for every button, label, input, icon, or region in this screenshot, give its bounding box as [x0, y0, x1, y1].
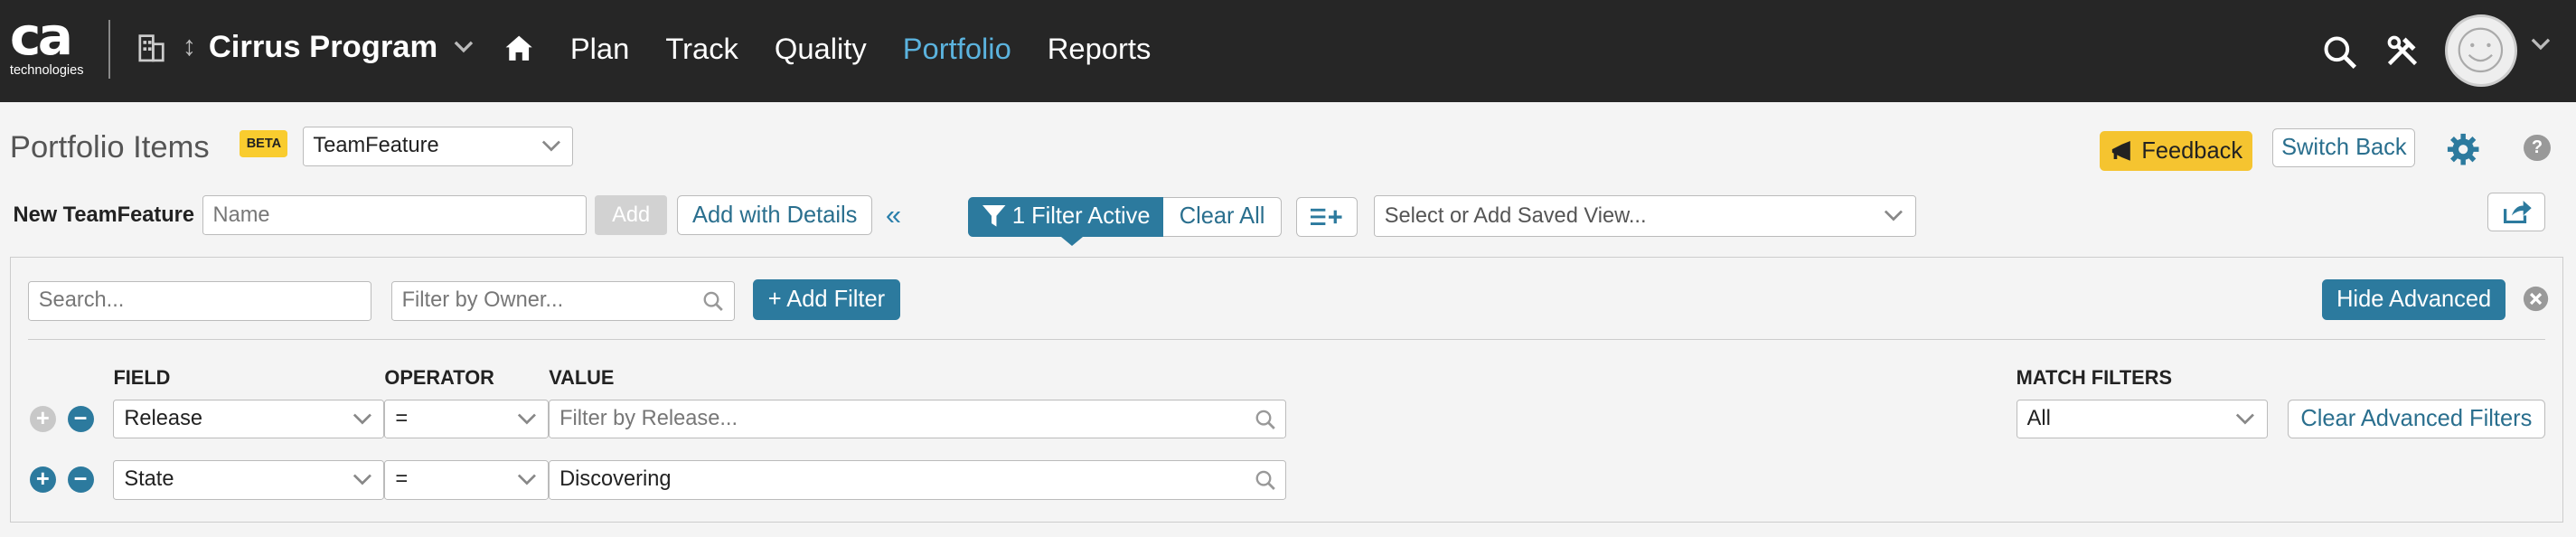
program-selector[interactable]: Cirrus Program	[209, 30, 474, 65]
search-placeholder: Search...	[38, 288, 125, 313]
search-icon[interactable]	[2322, 34, 2358, 71]
nav-track[interactable]: Track	[665, 32, 738, 66]
logo-divider	[108, 19, 110, 80]
type-select-value: TeamFeature	[313, 134, 439, 158]
chevron-down-icon	[353, 413, 371, 425]
nav-reports[interactable]: Reports	[1048, 32, 1152, 66]
help-icon[interactable]: ?	[2524, 135, 2551, 162]
remove-row-icon[interactable]: −	[67, 406, 94, 433]
field-select[interactable]: State	[113, 460, 385, 500]
release-value-placeholder: Filter by Release...	[559, 407, 738, 431]
ca-logo[interactable]: ca technologies	[10, 10, 96, 86]
nav-plan[interactable]: Plan	[570, 32, 630, 66]
match-filters-select[interactable]: All	[2016, 399, 2268, 439]
owner-filter-input[interactable]: Filter by Owner...	[390, 280, 735, 321]
nav-portfolio[interactable]: Portfolio	[903, 32, 1011, 66]
add-column-icon	[1310, 208, 1342, 226]
search-icon	[703, 291, 723, 311]
logo-text: ca	[9, 5, 73, 67]
field-select-value: Release	[124, 407, 203, 431]
match-filters-value: All	[2026, 407, 2051, 431]
clear-advanced-filters-button[interactable]: Clear Advanced Filters	[2287, 399, 2546, 439]
chevron-down-icon	[2236, 413, 2255, 425]
operator-select-value: =	[395, 467, 409, 492]
field-column-header: FIELD	[113, 366, 171, 390]
chevron-down-icon	[1885, 210, 1904, 221]
tools-icon[interactable]	[2384, 33, 2421, 69]
field-select[interactable]: Release	[113, 399, 385, 439]
feedback-label: Feedback	[2141, 137, 2243, 164]
panel-divider	[27, 338, 2546, 341]
operator-select[interactable]: =	[384, 399, 550, 439]
name-placeholder: Name	[212, 203, 270, 227]
new-item-label: New TeamFeature	[13, 203, 194, 228]
value-column-header: VALUE	[549, 366, 615, 390]
page-title: Portfolio Items	[9, 129, 210, 165]
home-icon[interactable]	[503, 33, 535, 65]
chevron-down-icon	[455, 41, 474, 53]
building-icon	[138, 34, 165, 62]
search-icon	[1255, 470, 1275, 490]
owner-placeholder: Filter by Owner...	[401, 288, 564, 313]
logo-subtext: technologies	[9, 63, 84, 79]
add-filter-button[interactable]: + Add Filter	[752, 279, 901, 321]
close-icon[interactable]	[2523, 286, 2549, 312]
add-row-icon: +	[29, 406, 56, 433]
beta-badge: BETA	[240, 129, 288, 158]
state-value-input[interactable]: Discovering	[549, 460, 1287, 500]
export-button[interactable]	[2487, 192, 2546, 232]
operator-column-header: OPERATOR	[384, 366, 494, 390]
user-avatar[interactable]	[2445, 14, 2518, 88]
chevron-down-icon	[353, 474, 371, 485]
clear-all-button[interactable]: Clear All	[1163, 197, 1283, 237]
remove-row-icon[interactable]: −	[67, 466, 94, 494]
field-select-value: State	[124, 467, 174, 492]
add-button[interactable]: Add	[595, 195, 668, 235]
operator-select[interactable]: =	[384, 460, 550, 500]
share-icon	[2503, 200, 2532, 224]
columns-button[interactable]	[1296, 197, 1358, 237]
switch-back-button[interactable]: Switch Back	[2272, 127, 2416, 168]
gear-icon[interactable]	[2447, 133, 2479, 165]
match-filters-label: MATCH FILTERS	[2016, 366, 2173, 390]
collapse-icon[interactable]: «	[886, 199, 901, 231]
chevron-down-icon	[517, 474, 536, 485]
add-row-icon[interactable]: +	[29, 466, 56, 494]
top-nav-bar: ca technologies ↕ Cirrus Program Plan Tr…	[0, 0, 2576, 102]
state-value: Discovering	[559, 467, 672, 492]
type-select[interactable]: TeamFeature	[302, 126, 574, 166]
megaphone-icon	[2111, 141, 2130, 162]
search-input[interactable]: Search...	[27, 280, 371, 321]
nav-quality[interactable]: Quality	[775, 32, 867, 66]
chevron-down-icon[interactable]	[2531, 38, 2551, 52]
name-input[interactable]: Name	[202, 195, 588, 235]
filter-active-label: 1 Filter Active	[1011, 203, 1151, 230]
operator-select-value: =	[395, 407, 409, 431]
feedback-button[interactable]: Feedback	[2100, 131, 2253, 172]
search-icon	[1255, 410, 1275, 429]
updown-arrow-icon: ↕	[182, 29, 197, 61]
chevron-down-icon	[541, 140, 560, 152]
saved-view-placeholder: Select or Add Saved View...	[1384, 203, 1647, 228]
filter-icon	[982, 205, 1006, 227]
program-name: Cirrus Program	[208, 29, 438, 64]
hide-advanced-button[interactable]: Hide Advanced	[2321, 279, 2506, 321]
chevron-down-icon	[517, 413, 536, 425]
main-nav: Plan Track Quality Portfolio Reports	[570, 32, 1187, 66]
filter-pointer	[1061, 236, 1084, 246]
add-with-details-button[interactable]: Add with Details	[677, 195, 873, 235]
filter-active-button[interactable]: 1 Filter Active	[967, 197, 1165, 237]
saved-view-select[interactable]: Select or Add Saved View...	[1373, 195, 1916, 237]
release-value-input[interactable]: Filter by Release...	[549, 399, 1287, 439]
smiley-icon	[2458, 27, 2504, 73]
